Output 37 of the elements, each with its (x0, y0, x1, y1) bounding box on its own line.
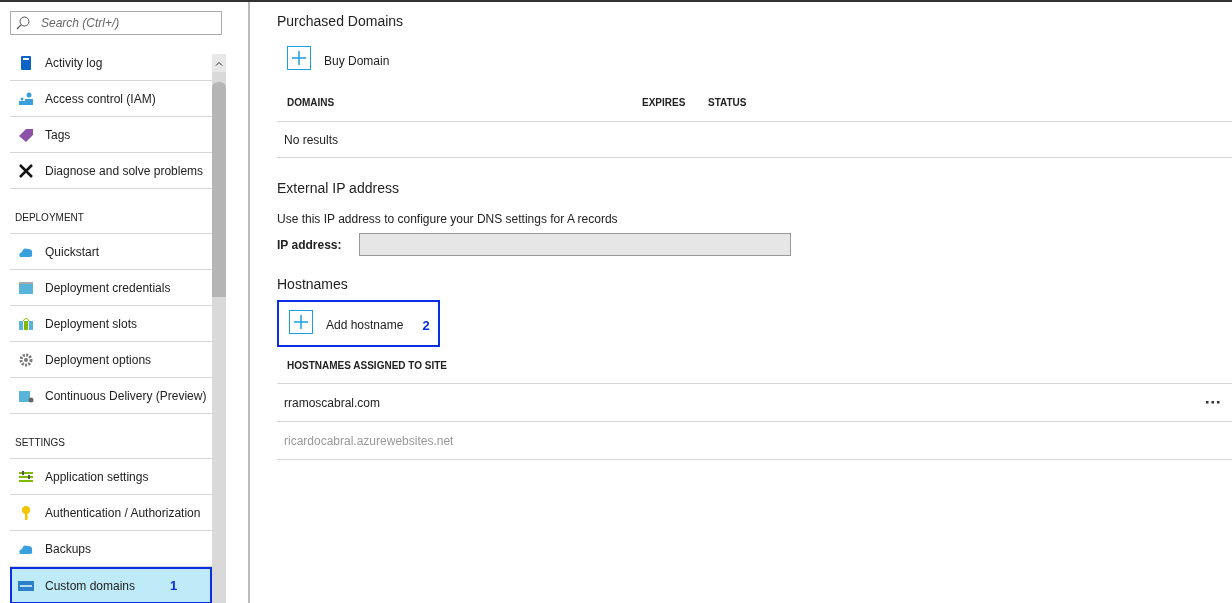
section-title: Hostnames (277, 276, 349, 292)
nav-item[interactable]: Custom domains 1 (10, 567, 212, 603)
add-hostname-button[interactable]: Add hostname 2 (277, 300, 440, 347)
tools-icon (18, 162, 34, 179)
search-field[interactable]: Search (Ctrl+/) (10, 11, 222, 35)
field-label: IP address: (277, 237, 343, 252)
section-title: Purchased Domains (277, 13, 405, 29)
slots-icon (18, 315, 34, 332)
nav-item[interactable]: Activity log (10, 45, 212, 81)
plus-icon (289, 310, 313, 334)
column-header: HOSTNAMES ASSIGNED TO SITE (287, 359, 449, 371)
section-title: External IP address (277, 180, 400, 196)
people-icon (18, 90, 34, 107)
window-icon (18, 279, 34, 296)
annotation-number: 1 (170, 578, 178, 593)
column-header: STATUS (708, 96, 747, 108)
ip-address-field[interactable] (359, 233, 791, 256)
description-text: Use this IP address to configure your DNS settings for A records (277, 212, 619, 226)
more-icon[interactable] (1206, 401, 1220, 404)
empty-message: No results (284, 132, 339, 147)
column-header: EXPIRES (642, 96, 687, 108)
column-header: DOMAINS (287, 96, 336, 108)
table-cell: ricardocabral.azurewebsites.net (284, 433, 454, 448)
sliders-icon (18, 468, 34, 485)
nav-item[interactable]: Continuous Delivery (Preview) (10, 378, 212, 414)
book-icon (18, 54, 34, 71)
scrollbar[interactable] (212, 54, 226, 603)
tag-icon (18, 126, 34, 143)
nav-item[interactable]: Deployment credentials (10, 270, 212, 306)
gear-icon (18, 351, 34, 368)
buy-domain-button[interactable]: Buy Domain (287, 46, 390, 70)
annotation-number: 2 (422, 317, 430, 333)
plus-icon (287, 46, 311, 70)
scroll-up-icon[interactable] (215, 60, 223, 66)
section-heading: DEPLOYMENT (15, 212, 84, 223)
table-cell: rramoscabral.com (284, 395, 381, 410)
section-heading: SETTINGS (15, 437, 65, 448)
